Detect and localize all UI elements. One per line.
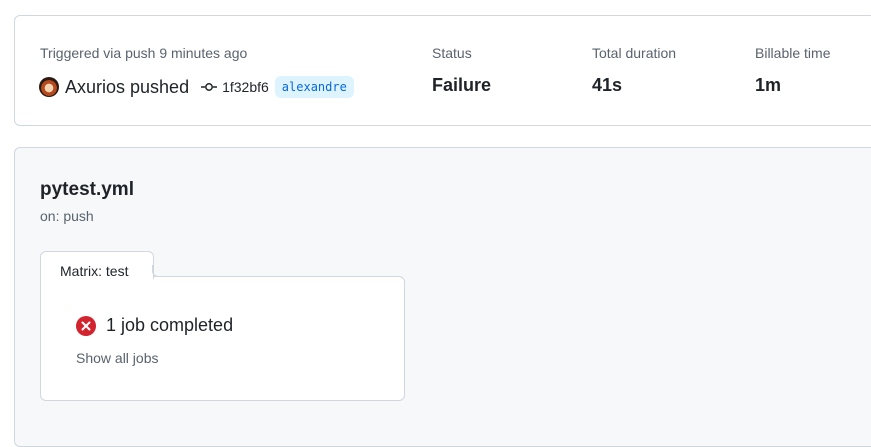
billable-value: 1m — [755, 75, 782, 95]
workflow-graph-panel: pytest.yml on: push Matrix: test 1 job c… — [14, 147, 871, 447]
job-summary: 1 job completed — [106, 315, 234, 335]
matrix-job-card[interactable]: 1 job completed Show all jobs — [40, 276, 405, 401]
trigger-details: Axurios pushed 1f32bf6 alexandre — [39, 74, 354, 100]
duration-value: 41s — [592, 75, 623, 95]
show-all-jobs-button[interactable]: Show all jobs — [76, 350, 159, 366]
workflow-name: pytest.yml — [40, 179, 134, 200]
billable-stat: Billable time 1m — [755, 45, 831, 95]
matrix-tab-label: Matrix: test — [60, 263, 129, 279]
avatar[interactable] — [39, 77, 59, 97]
status-stat: Status Failure — [432, 45, 491, 95]
commit-sha-link[interactable]: 1f32bf6 — [222, 79, 269, 95]
branch-label[interactable]: alexandre — [274, 76, 354, 98]
run-summary-card: Triggered via push 9 minutes ago Axurios… — [14, 15, 871, 126]
duration-stat: Total duration 41s — [592, 45, 677, 95]
status-value: Failure — [432, 75, 492, 95]
matrix-tab-corner — [152, 265, 164, 277]
x-circle-fill-icon — [76, 315, 96, 336]
duration-label: Total duration — [592, 45, 677, 61]
git-commit-icon — [201, 79, 218, 95]
trigger-text: Triggered via push 9 minutes ago — [40, 45, 248, 61]
actor-link[interactable]: Axurios pushed — [65, 77, 189, 98]
billable-label: Billable time — [755, 45, 831, 61]
status-label: Status — [432, 45, 472, 61]
job-status-row: 1 job completed — [76, 315, 233, 336]
workflow-trigger: on: push — [40, 208, 94, 224]
matrix-tab: Matrix: test — [40, 251, 154, 279]
